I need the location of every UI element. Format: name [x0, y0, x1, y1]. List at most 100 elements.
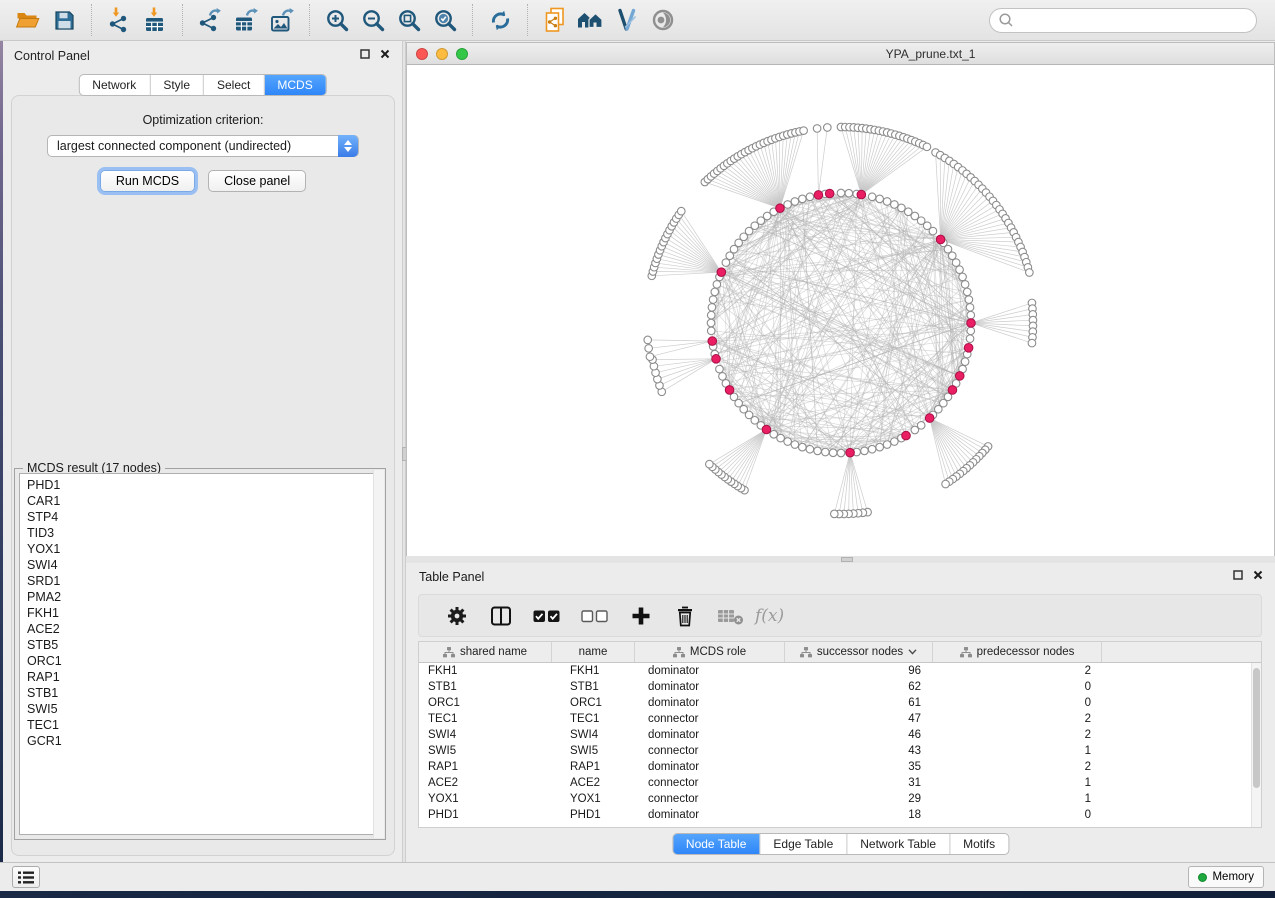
refresh-icon[interactable] [485, 5, 515, 35]
import-table-icon[interactable] [140, 5, 170, 35]
table-cell: connector [635, 777, 785, 789]
mcds-list-scrollbar[interactable] [373, 470, 384, 838]
table-row[interactable]: SWI4SWI4dominator462 [419, 727, 1261, 743]
import-network-icon[interactable] [104, 5, 134, 35]
search-input[interactable] [1014, 10, 1256, 30]
show-columns-icon[interactable] [486, 601, 516, 631]
close-window-icon[interactable] [416, 48, 428, 60]
create-column-icon[interactable] [626, 601, 656, 631]
memory-label: Memory [1212, 871, 1254, 883]
mcds-result-item[interactable]: ORC1 [27, 653, 380, 669]
table-cell: 46 [785, 729, 933, 741]
houses-icon[interactable] [576, 5, 606, 35]
mcds-result-item[interactable]: FKH1 [27, 605, 380, 621]
network-document-icon[interactable] [540, 5, 570, 35]
table-row[interactable]: YOX1YOX1connector291 [419, 791, 1261, 807]
minimize-window-icon[interactable] [436, 48, 448, 60]
select-all-columns-icon[interactable] [530, 601, 564, 631]
run-mcds-button[interactable]: Run MCDS [100, 170, 195, 192]
table-scrollbar-thumb[interactable] [1253, 668, 1260, 788]
zoom-in-icon[interactable] [322, 5, 352, 35]
export-table-icon[interactable] [231, 5, 261, 35]
task-history-button[interactable] [12, 866, 40, 888]
mcds-result-item[interactable]: TID3 [27, 525, 380, 541]
column-header-predecessor-nodes[interactable]: predecessor nodes [933, 642, 1102, 662]
mcds-result-item[interactable]: TEC1 [27, 717, 380, 733]
delete-column-icon[interactable] [670, 601, 700, 631]
unselect-all-columns-icon[interactable] [578, 601, 612, 631]
column-header-successor-nodes[interactable]: successor nodes [785, 642, 933, 662]
save-icon[interactable] [49, 5, 79, 35]
maximize-window-icon[interactable] [456, 48, 468, 60]
mcds-result-item[interactable]: STP4 [27, 509, 380, 525]
tab-select[interactable]: Select [203, 75, 263, 95]
list-icon [18, 871, 34, 884]
mcds-result-item[interactable]: STB1 [27, 685, 380, 701]
table-scrollbar[interactable] [1251, 663, 1261, 827]
tab-mcds[interactable]: MCDS [263, 75, 325, 95]
zoom-out-icon[interactable] [358, 5, 388, 35]
float-panel-icon[interactable] [1233, 570, 1243, 580]
float-panel-icon[interactable] [360, 49, 370, 59]
table-body: FKH1FKH1dominator962STB1STB1dominator620… [419, 663, 1261, 823]
right-workspace: YPA_prune.txt_1 Table Panel [406, 41, 1275, 862]
tab-style[interactable]: Style [149, 75, 203, 95]
table-cell: dominator [635, 681, 785, 693]
mcds-result-item[interactable]: SWI4 [27, 557, 380, 573]
mcds-result-item[interactable]: ACE2 [27, 621, 380, 637]
tab-node-table[interactable]: Node Table [673, 834, 760, 854]
column-header-MCDS-role[interactable]: MCDS role [635, 642, 785, 662]
mcds-result-item[interactable]: RAP1 [27, 669, 380, 685]
tab-edge-table[interactable]: Edge Table [759, 834, 846, 854]
network-canvas[interactable] [407, 65, 1274, 556]
close-panel-icon[interactable] [1253, 570, 1263, 580]
mcds-result-item[interactable]: CAR1 [27, 493, 380, 509]
mcds-result-item[interactable]: YOX1 [27, 541, 380, 557]
table-cell: ACE2 [419, 777, 552, 789]
memory-button[interactable]: Memory [1188, 866, 1264, 888]
export-image-icon[interactable] [267, 5, 297, 35]
close-panel-icon[interactable] [380, 49, 390, 59]
column-header-name[interactable]: name [552, 642, 635, 662]
mcds-result-item[interactable]: PHD1 [27, 477, 380, 493]
table-row[interactable]: STB1STB1dominator620 [419, 679, 1261, 695]
export-network-icon[interactable] [195, 5, 225, 35]
mcds-result-item[interactable]: GCR1 [27, 733, 380, 749]
close-panel-button[interactable]: Close panel [208, 170, 306, 192]
criterion-dropdown[interactable]: largest connected component (undirected) [47, 135, 359, 157]
tab-network[interactable]: Network [79, 75, 149, 95]
eye-icon[interactable] [648, 5, 678, 35]
toolbar-separator [527, 4, 528, 36]
tab-network-table[interactable]: Network Table [846, 834, 949, 854]
network-window-titlebar[interactable]: YPA_prune.txt_1 [407, 43, 1274, 65]
table-row[interactable]: RAP1RAP1dominator352 [419, 759, 1261, 775]
memory-status-icon [1198, 873, 1207, 882]
function-builder-icon: f(x) [755, 606, 784, 626]
open-folder-icon[interactable] [13, 5, 43, 35]
tab-motifs[interactable]: Motifs [949, 834, 1008, 854]
zoom-fit-icon[interactable] [394, 5, 424, 35]
zoom-selected-icon[interactable] [430, 5, 460, 35]
mcds-result-item[interactable]: SWI5 [27, 701, 380, 717]
mcds-result-item[interactable]: SRD1 [27, 573, 380, 589]
table-panel-title: Table Panel [419, 570, 484, 584]
optimization-criterion-label: Optimization criterion: [12, 113, 394, 127]
table-row[interactable]: SWI5SWI5connector431 [419, 743, 1261, 759]
vizmap-v-icon[interactable] [612, 5, 642, 35]
table-row[interactable]: TEC1TEC1connector472 [419, 711, 1261, 727]
sitemap-icon [800, 647, 812, 658]
sort-desc-icon [908, 649, 917, 655]
table-row[interactable]: PHD1PHD1dominator180 [419, 807, 1261, 823]
table-cell: dominator [635, 665, 785, 677]
horizontal-splitter-grip[interactable] [841, 557, 853, 562]
table-row[interactable]: ORC1ORC1dominator610 [419, 695, 1261, 711]
mcds-result-item[interactable]: STB5 [27, 637, 380, 653]
horizontal-splitter[interactable] [406, 556, 1275, 563]
mcds-result-item[interactable]: PMA2 [27, 589, 380, 605]
gear-icon[interactable] [442, 601, 472, 631]
table-cell: 47 [785, 713, 933, 725]
column-header-shared-name[interactable]: shared name [419, 642, 552, 662]
table-row[interactable]: ACE2ACE2connector311 [419, 775, 1261, 791]
toolbar-separator [309, 4, 310, 36]
table-row[interactable]: FKH1FKH1dominator962 [419, 663, 1261, 679]
